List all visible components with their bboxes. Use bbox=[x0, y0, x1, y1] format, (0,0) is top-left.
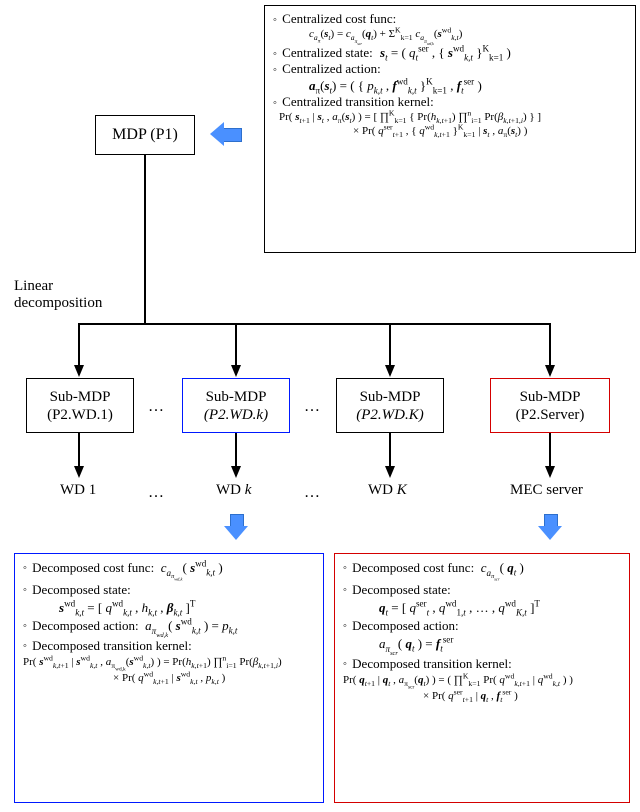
decomp-action-title: Decomposed action: bbox=[352, 618, 459, 633]
ellipsis: … bbox=[148, 484, 166, 502]
central-defs-box: ◦ Centralized cost func: caπ(st) = caπsc… bbox=[264, 5, 636, 253]
decomp-cost-title: Decomposed cost func: bbox=[352, 560, 474, 575]
sub-mdp-label: (P2.WD.k) bbox=[204, 406, 268, 424]
decomp-cost-title: Decomposed cost func: bbox=[32, 560, 154, 575]
arrow-down-icon bbox=[226, 514, 256, 534]
sub-mdp-label: (P2.WD.K) bbox=[356, 406, 424, 424]
ellipsis: … bbox=[304, 484, 322, 502]
arrow-down-icon bbox=[545, 365, 555, 377]
sub-mdp-label: Sub-MDP bbox=[206, 388, 267, 406]
arrow-down-icon bbox=[74, 466, 84, 478]
connector-line bbox=[549, 323, 551, 367]
central-cost-title: Centralized cost func: bbox=[282, 11, 396, 26]
connector-line bbox=[78, 433, 80, 468]
connector-line bbox=[235, 323, 237, 367]
arrow-down-icon bbox=[540, 514, 570, 534]
arrow-down-icon bbox=[385, 466, 395, 478]
mec-server-label: MEC server bbox=[510, 482, 583, 499]
connector-line bbox=[235, 433, 237, 468]
central-kernel-title: Centralized transition kernel: bbox=[282, 94, 434, 109]
mdp-label: MDP (P1) bbox=[112, 126, 178, 144]
arrow-left-icon bbox=[212, 124, 242, 144]
connector-line bbox=[389, 323, 391, 367]
central-action-title: Centralized action: bbox=[282, 61, 381, 76]
decomposed-server-box: ◦ Decomposed cost func: caπscr( qt ) ◦ D… bbox=[334, 553, 630, 803]
arrow-down-icon bbox=[231, 466, 241, 478]
connector-line bbox=[78, 323, 80, 367]
sub-mdp-wdk-box: Sub-MDP (P2.WD.k) bbox=[182, 378, 290, 433]
linear-decomposition-label: Linear decomposition bbox=[14, 278, 102, 312]
ellipsis: … bbox=[148, 398, 166, 416]
wdK-label: WD K bbox=[368, 482, 407, 498]
connector-line bbox=[389, 433, 391, 468]
arrow-down-icon bbox=[231, 365, 241, 377]
arrow-down-icon bbox=[545, 466, 555, 478]
sub-mdp-label: (P2.Server) bbox=[516, 406, 585, 424]
sub-mdp-wdK-box: Sub-MDP (P2.WD.K) bbox=[336, 378, 444, 433]
sub-mdp-label: Sub-MDP bbox=[50, 388, 111, 406]
decomp-state-title: Decomposed state: bbox=[32, 582, 131, 597]
arrow-down-icon bbox=[385, 365, 395, 377]
decomp-kernel-title: Decomposed transition kernel: bbox=[32, 638, 192, 653]
wd1-label: WD 1 bbox=[60, 482, 96, 499]
decomp-state-title: Decomposed state: bbox=[352, 582, 451, 597]
sub-mdp-label: Sub-MDP bbox=[360, 388, 421, 406]
wdk-label: WD k bbox=[216, 482, 251, 498]
connector-line bbox=[78, 323, 550, 325]
decomposed-wd-box: ◦ Decomposed cost func: caπwd,k( swdk,t … bbox=[14, 553, 324, 803]
connector-line bbox=[549, 433, 551, 468]
sub-mdp-label: Sub-MDP bbox=[520, 388, 581, 406]
sub-mdp-wd1-box: Sub-MDP (P2.WD.1) bbox=[26, 378, 134, 433]
connector-line bbox=[144, 155, 146, 323]
arrow-down-icon bbox=[74, 365, 84, 377]
central-state-title: Centralized state: bbox=[282, 45, 373, 60]
mdp-p1-box: MDP (P1) bbox=[95, 115, 195, 155]
decomp-kernel-title: Decomposed transition kernel: bbox=[352, 656, 512, 671]
ellipsis: … bbox=[304, 398, 322, 416]
decomp-action-title: Decomposed action: bbox=[32, 618, 139, 633]
sub-mdp-server-box: Sub-MDP (P2.Server) bbox=[490, 378, 610, 433]
sub-mdp-label: (P2.WD.1) bbox=[47, 406, 113, 424]
